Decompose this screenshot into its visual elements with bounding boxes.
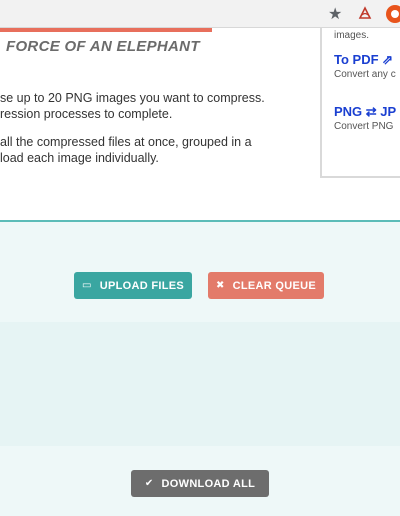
download-all-button[interactable]: ✔ DOWNLOAD ALL: [131, 470, 269, 497]
bookmark-star-icon[interactable]: ★: [328, 4, 342, 23]
instructions-line: se up to 20 PNG images you want to compr…: [0, 91, 265, 105]
sidebar-link-description: Convert PNG: [334, 121, 394, 132]
clear-queue-button[interactable]: ✖ CLEAR QUEUE: [208, 272, 324, 299]
file-queue-area: [0, 322, 400, 446]
sidebar-link-to-pdf[interactable]: To PDF ⇗: [334, 52, 393, 68]
pdf-extension-icon[interactable]: [358, 6, 372, 20]
tools-sidebar: [320, 28, 400, 178]
instructions-paragraph: all the compressed files at once, groupe…: [0, 134, 252, 166]
sidebar-text: images.: [334, 30, 370, 41]
download-all-label: DOWNLOAD ALL: [161, 477, 256, 490]
browser-toolbar: ★: [0, 0, 400, 28]
page-headline: FORCE OF AN ELEPHANT: [6, 38, 200, 55]
accent-rule: [0, 28, 212, 32]
sidebar-link-description: Convert any c: [334, 69, 396, 80]
extension-icon[interactable]: [386, 5, 400, 23]
upload-files-button[interactable]: ▭ UPLOAD FILES: [74, 272, 192, 299]
checkmark-icon: ✔: [144, 478, 154, 489]
sidebar-link-png-to-jpg[interactable]: PNG ⇄ JP: [334, 104, 396, 120]
folder-icon: ▭: [81, 280, 92, 291]
upload-files-label: UPLOAD FILES: [99, 279, 185, 292]
instructions-paragraph: se up to 20 PNG images you want to compr…: [0, 90, 265, 122]
clear-queue-label: CLEAR QUEUE: [232, 279, 317, 292]
close-icon: ✖: [215, 280, 225, 291]
instructions-line: ression processes to complete.: [0, 107, 173, 121]
instructions-line: load each image individually.: [0, 151, 159, 165]
instructions-line: all the compressed files at once, groupe…: [0, 135, 252, 149]
